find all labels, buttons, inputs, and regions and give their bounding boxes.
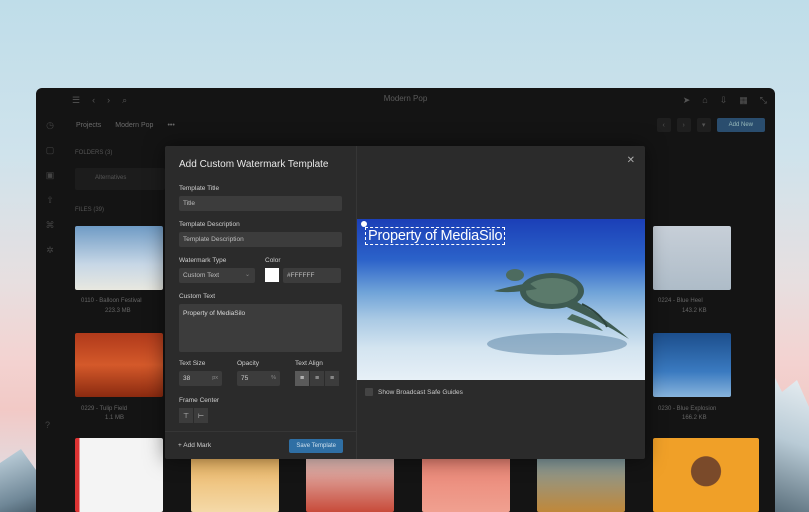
- download-icon[interactable]: ⇩: [720, 95, 728, 106]
- text-size-input[interactable]: 38 px: [179, 371, 222, 386]
- collapse-icon[interactable]: ⤡: [760, 95, 767, 106]
- opacity-input[interactable]: 75 %: [237, 371, 280, 386]
- center-horizontal-icon[interactable]: ⊢: [194, 408, 208, 423]
- sidebar-settings-icon[interactable]: ✲: [46, 245, 54, 256]
- template-title-label: Template Title: [179, 185, 220, 192]
- window-title: Modern Pop: [383, 94, 428, 103]
- more-icon[interactable]: •••: [167, 122, 174, 129]
- custom-text-label: Custom Text: [179, 293, 216, 300]
- file-size: 1.1 MB: [105, 415, 125, 421]
- color-label: Color: [265, 257, 281, 264]
- plus-icon: +: [178, 442, 182, 449]
- folder-name: Alternatives: [95, 175, 127, 181]
- folders-heading: FOLDERS (3): [75, 150, 113, 156]
- watermark-preview: ✕ Property of MediaSilo Show Broadcast S…: [357, 146, 645, 459]
- file-name: 0224 - Blue Heel: [658, 298, 703, 304]
- text-size-value: 38: [183, 375, 191, 382]
- watermark-type-select[interactable]: Custom Text ⌄: [179, 268, 255, 283]
- broadcast-guides-label: Show Broadcast Safe Guides: [378, 388, 463, 396]
- broadcast-guides-toggle[interactable]: Show Broadcast Safe Guides: [365, 388, 463, 396]
- frame-center-label: Frame Center: [179, 397, 220, 404]
- add-new-button[interactable]: Add New: [716, 118, 765, 132]
- sidebar: ◷ ▢ ▣ ⇧ ⌘ ✲: [36, 112, 64, 512]
- opacity-unit: %: [271, 375, 276, 381]
- file-thumbnail[interactable]: [653, 226, 731, 290]
- file-thumbnail[interactable]: [75, 438, 163, 512]
- sidebar-share-icon[interactable]: ⌘: [46, 220, 55, 231]
- prev-page-icon[interactable]: ‹: [656, 118, 671, 132]
- watermark-type-label: Watermark Type: [179, 257, 227, 264]
- template-title-input[interactable]: Title: [179, 196, 342, 211]
- search-icon[interactable]: ⌕: [122, 95, 127, 106]
- title-bar: ☰ ‹ › ⌕ Modern Pop ➤ ⌂ ⇩ ▦ ⤡: [36, 88, 775, 112]
- grid-icon[interactable]: ▦: [739, 95, 748, 106]
- preview-image: Property of MediaSilo: [357, 219, 645, 380]
- file-thumbnail[interactable]: [653, 333, 731, 397]
- broadcast-guides-checkbox[interactable]: [365, 388, 373, 396]
- frame-center-group: ⊤ ⊢: [179, 408, 342, 423]
- watermark-type-value: Custom Text: [183, 272, 220, 279]
- send-icon[interactable]: ➤: [683, 95, 691, 106]
- file-size: 166.2 KB: [682, 415, 707, 421]
- text-size-unit: px: [212, 375, 218, 381]
- file-name: 0110 - Balloon Festival: [81, 298, 142, 304]
- file-thumbnail[interactable]: [653, 438, 759, 512]
- sidebar-clock-icon[interactable]: ◷: [46, 120, 54, 131]
- template-description-input[interactable]: Template Description: [179, 232, 342, 247]
- align-right-icon[interactable]: ≡: [325, 371, 339, 386]
- modal-title: Add Custom Watermark Template: [179, 159, 329, 170]
- folder-item[interactable]: Alternatives: [75, 168, 165, 190]
- watermark-modal: Add Custom Watermark Template Template T…: [165, 146, 645, 459]
- text-align-label: Text Align: [295, 360, 323, 367]
- template-description-label: Template Description: [179, 221, 240, 228]
- color-input[interactable]: #FFFFFF: [283, 268, 341, 283]
- file-size: 143.2 KB: [682, 308, 707, 314]
- menu-icon[interactable]: ☰: [72, 95, 80, 106]
- add-mark-button[interactable]: + Add Mark: [178, 442, 211, 449]
- sidebar-files-icon[interactable]: ▢: [46, 145, 55, 156]
- filter-icon[interactable]: ▾: [696, 118, 711, 132]
- back-icon[interactable]: ‹: [92, 95, 95, 105]
- next-page-icon[interactable]: ›: [676, 118, 691, 132]
- add-mark-label: Add Mark: [183, 442, 212, 449]
- watermark-form: Add Custom Watermark Template Template T…: [165, 146, 357, 459]
- forward-icon[interactable]: ›: [107, 95, 110, 105]
- breadcrumb: Projects Modern Pop •••: [76, 122, 175, 129]
- center-vertical-icon[interactable]: ⊤: [179, 408, 193, 423]
- files-heading: FILES (39): [75, 207, 105, 213]
- file-name: 0229 - Tulip Field: [81, 406, 128, 412]
- home-icon[interactable]: ⌂: [702, 95, 707, 105]
- file-thumbnail[interactable]: [75, 226, 163, 290]
- text-align-group: ≡ ≡ ≡: [295, 371, 339, 386]
- file-size: 223.3 MB: [105, 308, 131, 314]
- custom-text-input[interactable]: Property of MediaSilo: [179, 304, 342, 352]
- top-actions: ‹ › ▾ Add New: [656, 118, 765, 132]
- save-template-button[interactable]: Save Template: [289, 438, 343, 453]
- text-size-label: Text Size: [179, 360, 206, 367]
- align-left-icon[interactable]: ≡: [295, 371, 309, 386]
- opacity-label: Opacity: [237, 360, 260, 367]
- color-swatch[interactable]: [265, 268, 279, 282]
- watermark-text[interactable]: Property of MediaSilo: [365, 227, 506, 245]
- align-center-icon[interactable]: ≡: [310, 371, 324, 386]
- file-name: 0230 - Blue Explosion: [658, 406, 717, 412]
- sidebar-projects-icon[interactable]: ▣: [46, 170, 55, 181]
- breadcrumb-projects[interactable]: Projects: [76, 122, 101, 129]
- file-thumbnail[interactable]: [75, 333, 163, 397]
- chevron-down-icon: ⌄: [244, 272, 250, 278]
- opacity-value: 75: [241, 375, 249, 382]
- help-icon[interactable]: ?: [45, 420, 50, 430]
- modal-footer: + Add Mark Save Template: [165, 431, 356, 459]
- breadcrumb-current[interactable]: Modern Pop: [115, 122, 153, 129]
- close-icon[interactable]: ✕: [627, 155, 635, 166]
- sidebar-upload-icon[interactable]: ⇧: [46, 195, 54, 206]
